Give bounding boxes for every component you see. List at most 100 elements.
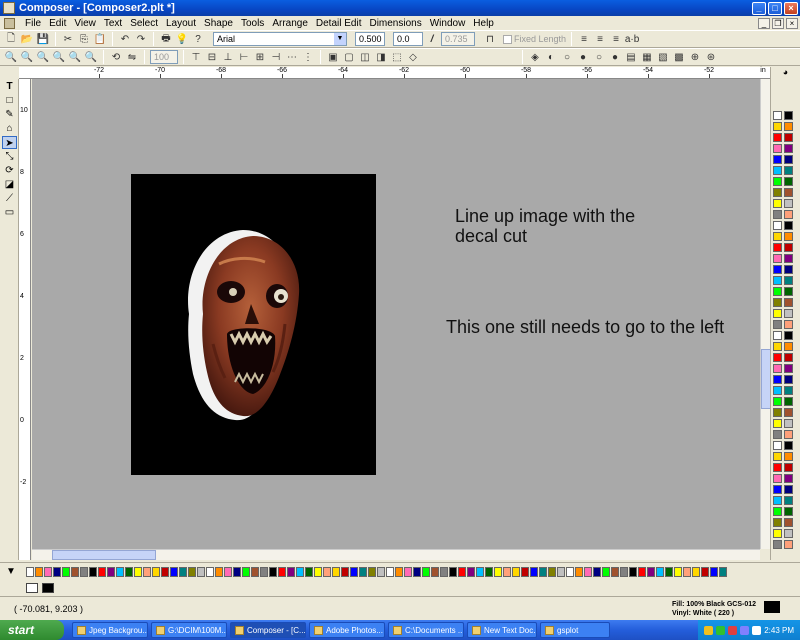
color-swatch[interactable]	[332, 566, 340, 577]
font-select[interactable]: Arial ▼	[213, 32, 347, 46]
color-swatch[interactable]	[719, 566, 727, 577]
eyedropper-icon[interactable]: ⟋	[2, 192, 17, 205]
color-swatch[interactable]	[784, 375, 793, 384]
color-swatch[interactable]	[784, 177, 793, 186]
menu-view[interactable]: View	[70, 18, 100, 29]
menu-help[interactable]: Help	[469, 18, 498, 29]
color-swatch[interactable]	[784, 232, 793, 241]
chevron-down-icon[interactable]: ▼	[334, 33, 346, 45]
fill-tool-icon[interactable]: ◈	[528, 50, 542, 64]
color-swatch[interactable]	[296, 566, 304, 577]
color-swatch[interactable]	[557, 566, 565, 577]
color-swatch[interactable]	[773, 133, 782, 142]
color-swatch[interactable]	[674, 566, 682, 577]
node-icon[interactable]: ◇	[406, 50, 420, 64]
color-swatch[interactable]	[701, 566, 709, 577]
color-swatch[interactable]	[521, 566, 529, 577]
tray-icon[interactable]	[752, 625, 762, 635]
color-swatch[interactable]	[784, 254, 793, 263]
menu-detail-edit[interactable]: Detail Edit	[312, 18, 366, 29]
color-swatch[interactable]	[773, 188, 782, 197]
color-swatch[interactable]	[773, 309, 782, 318]
node-edit-tool-icon[interactable]: ⤡	[2, 150, 17, 163]
color-swatch[interactable]	[784, 210, 793, 219]
break-icon[interactable]: ◨	[374, 50, 388, 64]
task-jpeg-background[interactable]: Jpeg Backgrou...	[72, 622, 148, 638]
color-swatch[interactable]	[629, 566, 637, 577]
weld-icon[interactable]: ⬚	[390, 50, 404, 64]
combine-icon[interactable]: ◫	[358, 50, 372, 64]
color-swatch[interactable]	[287, 566, 295, 577]
color-swatch[interactable]	[784, 287, 793, 296]
cut-icon[interactable]: ✂	[61, 32, 75, 46]
color-swatch[interactable]	[638, 566, 646, 577]
pen-tool-icon[interactable]: ✎	[2, 108, 17, 121]
color-swatch[interactable]	[80, 566, 88, 577]
color-swatch[interactable]	[773, 397, 782, 406]
color-swatch[interactable]	[404, 566, 412, 577]
circle-outline-2-icon[interactable]: ○	[592, 50, 606, 64]
color-swatch[interactable]	[784, 408, 793, 417]
color-swatch[interactable]	[773, 496, 782, 505]
color-swatch[interactable]	[656, 566, 664, 577]
color-swatch[interactable]	[784, 342, 793, 351]
hint-icon[interactable]: 💡	[175, 32, 189, 46]
shape-tool-icon[interactable]: ⌂	[2, 122, 17, 135]
color-swatch[interactable]	[665, 566, 673, 577]
color-swatch[interactable]	[35, 566, 43, 577]
color-swatch[interactable]	[251, 566, 259, 577]
circle-filled-2-icon[interactable]: ●	[608, 50, 622, 64]
task-photoshop[interactable]: Adobe Photos...	[309, 622, 385, 638]
color-swatch[interactable]	[773, 430, 782, 439]
tray-icon[interactable]	[728, 625, 738, 635]
align-center-icon[interactable]: ≡	[593, 32, 607, 46]
color-swatch[interactable]	[773, 111, 782, 120]
menu-layout[interactable]: Layout	[162, 18, 200, 29]
color-swatch[interactable]	[44, 566, 52, 577]
tray-icon[interactable]	[704, 625, 714, 635]
color-swatch[interactable]	[278, 566, 286, 577]
align-left-icon[interactable]: ≡	[577, 32, 591, 46]
zoom-in-icon[interactable]: 🔍	[20, 50, 34, 64]
color-swatch[interactable]	[773, 485, 782, 494]
task-documents-folder[interactable]: C:\Documents ...	[388, 622, 464, 638]
color-swatch[interactable]	[134, 566, 142, 577]
placed-image[interactable]	[131, 174, 376, 475]
color-swatch[interactable]	[784, 474, 793, 483]
color-swatch[interactable]	[773, 463, 782, 472]
color-swatch[interactable]	[611, 566, 619, 577]
annotation-text-2[interactable]: This one still needs to go to the left	[446, 317, 746, 337]
color-swatch[interactable]	[773, 210, 782, 219]
color-swatch[interactable]	[784, 276, 793, 285]
menu-dimensions[interactable]: Dimensions	[365, 18, 425, 29]
color-swatch[interactable]	[773, 243, 782, 252]
color-swatch[interactable]	[548, 566, 556, 577]
task-composer[interactable]: Composer - [C...	[230, 622, 306, 638]
color-swatch[interactable]	[71, 566, 79, 577]
align-tops-icon[interactable]: ⊤	[189, 50, 203, 64]
color-swatch[interactable]	[784, 540, 793, 549]
distribute-h-icon[interactable]: ⋯	[285, 50, 299, 64]
ungroup-icon[interactable]: ▢	[342, 50, 356, 64]
align-bottoms-icon[interactable]: ⊥	[221, 50, 235, 64]
color-icon[interactable]: ◐	[544, 50, 558, 64]
menu-arrange[interactable]: Arrange	[268, 18, 312, 29]
color-swatch[interactable]	[449, 566, 457, 577]
color-swatch[interactable]	[89, 566, 97, 577]
color-swatch[interactable]	[784, 331, 793, 340]
color-swatch[interactable]	[773, 342, 782, 351]
color-swatch[interactable]	[773, 364, 782, 373]
color-swatch[interactable]	[784, 386, 793, 395]
cut-send-icon[interactable]: ⊛	[704, 50, 718, 64]
align-rights-icon[interactable]: ⊣	[269, 50, 283, 64]
color-swatch[interactable]	[197, 566, 205, 577]
zoom-out-icon[interactable]: 🔍	[36, 50, 50, 64]
color-swatch[interactable]	[467, 566, 475, 577]
color-swatch[interactable]	[784, 463, 793, 472]
color-swatch[interactable]	[620, 566, 628, 577]
color-swatch[interactable]	[784, 221, 793, 230]
color-swatch[interactable]	[476, 566, 484, 577]
circle-outline-icon[interactable]: ○	[560, 50, 574, 64]
document-icon[interactable]	[4, 17, 15, 29]
color-swatch[interactable]	[422, 566, 430, 577]
